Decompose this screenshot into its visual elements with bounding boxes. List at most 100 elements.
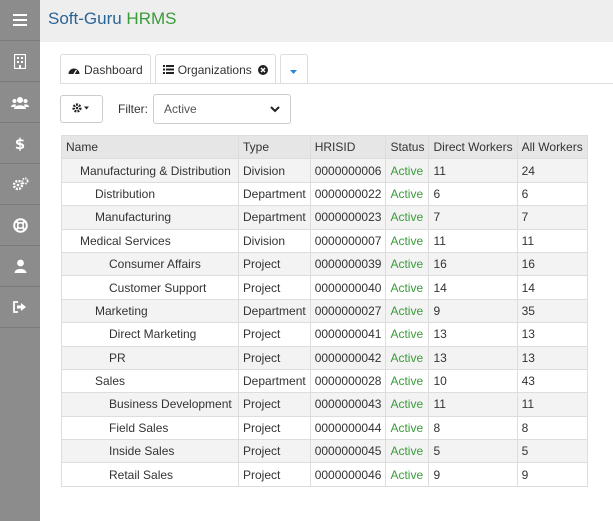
cell-name: Business Development bbox=[61, 392, 239, 417]
cell-type: Project bbox=[238, 439, 311, 464]
table-row[interactable]: Business Development Project 0000000043 Act… bbox=[61, 392, 588, 417]
cell-hrisid: 0000000006 bbox=[309, 158, 387, 183]
sidebar-item-profile[interactable] bbox=[0, 246, 40, 287]
cell-name: Manufacturing bbox=[61, 205, 239, 230]
cell-hrisid: 0000000028 bbox=[309, 368, 387, 394]
table-row[interactable]: Marketing Department 0000000027 Active 9 35 bbox=[61, 298, 588, 324]
cell-status: Active bbox=[385, 322, 430, 347]
cell-type: Department bbox=[238, 181, 311, 207]
tab-organizations-label: Organizations bbox=[177, 62, 252, 77]
cell-name: Retail Sales bbox=[61, 462, 239, 487]
cell-type: Project bbox=[238, 415, 311, 441]
column-header-direct-workers[interactable]: Direct Workers bbox=[428, 134, 518, 160]
sidebar-item-support[interactable] bbox=[0, 205, 40, 246]
toolbar: Filter: Active bbox=[60, 94, 291, 124]
cell-direct-workers: 10 bbox=[428, 368, 518, 394]
cell-hrisid: 0000000041 bbox=[309, 322, 387, 347]
menu-icon bbox=[13, 14, 27, 26]
cell-direct-workers: 8 bbox=[428, 415, 518, 441]
cell-direct-workers: 6 bbox=[428, 181, 518, 207]
table-row[interactable]: Field Sales Project 0000000044 Active 8 8 bbox=[61, 415, 588, 441]
svg-text:$: $ bbox=[15, 135, 25, 151]
cell-type: Department bbox=[238, 298, 311, 324]
chevron-down-icon bbox=[270, 102, 280, 116]
list-icon bbox=[162, 65, 174, 74]
sidebar-item-employees[interactable] bbox=[0, 82, 40, 123]
cell-direct-workers: 7 bbox=[428, 205, 518, 230]
dashboard-icon bbox=[68, 65, 80, 75]
cell-all-workers: 11 bbox=[516, 392, 588, 417]
gears-icon bbox=[12, 177, 29, 191]
actions-menu-button[interactable] bbox=[60, 95, 103, 123]
table-row[interactable]: Sales Department 0000000028 Active 10 43 bbox=[61, 368, 588, 394]
cell-status: Active bbox=[385, 462, 430, 487]
building-icon bbox=[14, 53, 26, 69]
cell-all-workers: 13 bbox=[516, 322, 588, 347]
column-header-all-workers[interactable]: All Workers bbox=[516, 134, 588, 160]
filter-label: Filter: bbox=[118, 102, 148, 116]
cell-type: Project bbox=[238, 322, 311, 347]
table-row[interactable]: Customer Support Project 0000000040 Active 1… bbox=[61, 275, 588, 300]
column-header-type[interactable]: Type bbox=[238, 134, 311, 160]
cell-name: Medical Services bbox=[61, 228, 239, 253]
cell-name: Inside Sales bbox=[61, 439, 239, 464]
app-header: Soft-Guru HRMS bbox=[40, 0, 613, 42]
cell-direct-workers: 13 bbox=[428, 322, 518, 347]
cell-hrisid: 0000000040 bbox=[309, 275, 387, 300]
sidebar-item-settings[interactable] bbox=[0, 164, 40, 205]
cell-direct-workers: 11 bbox=[428, 158, 518, 183]
cell-hrisid: 0000000045 bbox=[309, 439, 387, 464]
table-row[interactable]: Retail Sales Project 0000000046 Active 9 9 bbox=[61, 462, 588, 487]
table-row[interactable]: Distribution Department 0000000022 Active 6 6 bbox=[61, 181, 588, 207]
cell-type: Division bbox=[238, 158, 311, 183]
column-header-status[interactable]: Status bbox=[385, 134, 430, 160]
cell-all-workers: 5 bbox=[516, 439, 588, 464]
menu-toggle-button[interactable] bbox=[0, 0, 40, 41]
sidebar: $ bbox=[0, 0, 40, 521]
table-row[interactable]: Manufacturing & Distribution Division 0000… bbox=[61, 158, 588, 183]
tab-organizations[interactable]: Organizations bbox=[154, 54, 276, 84]
cell-all-workers: 16 bbox=[516, 251, 588, 277]
tab-list-dropdown[interactable] bbox=[279, 54, 308, 84]
cell-direct-workers: 13 bbox=[428, 345, 518, 370]
cell-hrisid: 0000000046 bbox=[309, 462, 387, 487]
brand-logo[interactable]: Soft-Guru HRMS bbox=[48, 9, 176, 29]
cell-name: Customer Support bbox=[61, 275, 239, 300]
table-row[interactable]: Medical Services Division 0000000007 Active… bbox=[61, 228, 588, 253]
table-row[interactable]: Direct Marketing Project 0000000041 Active 1… bbox=[61, 322, 588, 347]
table-row[interactable]: PR Project 0000000042 Active 13 13 bbox=[61, 345, 588, 370]
cell-status: Active bbox=[385, 392, 430, 417]
cell-hrisid: 0000000044 bbox=[309, 415, 387, 441]
caret-down-icon bbox=[290, 63, 298, 77]
tab-dashboard[interactable]: Dashboard bbox=[60, 54, 151, 84]
table-row[interactable]: Manufacturing Department 0000000023 Active 7… bbox=[61, 205, 588, 230]
table-row[interactable]: Inside Sales Project 0000000045 Active 5 5 bbox=[61, 439, 588, 464]
cell-all-workers: 14 bbox=[516, 275, 588, 300]
brand-product: HRMS bbox=[126, 9, 177, 28]
filter-select[interactable]: Active bbox=[153, 94, 291, 124]
gear-icon bbox=[71, 100, 92, 118]
column-header-name[interactable]: Name bbox=[61, 134, 239, 160]
cell-hrisid: 0000000007 bbox=[309, 228, 387, 253]
cell-all-workers: 6 bbox=[516, 181, 588, 207]
sidebar-item-organizations[interactable] bbox=[0, 41, 40, 82]
sidebar-item-payroll[interactable]: $ bbox=[0, 123, 40, 164]
sidebar-item-logout[interactable] bbox=[0, 287, 40, 328]
cell-status: Active bbox=[385, 298, 430, 324]
cell-all-workers: 24 bbox=[516, 158, 588, 183]
close-tab-icon[interactable] bbox=[257, 64, 268, 75]
cell-name: Sales bbox=[61, 368, 239, 394]
cell-direct-workers: 9 bbox=[428, 462, 518, 487]
cell-status: Active bbox=[385, 181, 430, 207]
table-row[interactable]: Consumer Affairs Project 0000000039 Active 1… bbox=[61, 251, 588, 277]
organizations-table: Name Type HRISID Status Direct Workers A… bbox=[61, 134, 588, 487]
cell-type: Division bbox=[238, 228, 311, 253]
cell-all-workers: 35 bbox=[516, 298, 588, 324]
cell-status: Active bbox=[385, 345, 430, 370]
users-icon bbox=[11, 96, 29, 109]
dollar-icon: $ bbox=[15, 135, 25, 151]
column-header-hrisid[interactable]: HRISID bbox=[309, 134, 387, 160]
tab-bar: Dashboard Organizations bbox=[60, 54, 312, 84]
cell-direct-workers: 11 bbox=[428, 392, 518, 417]
cell-type: Project bbox=[238, 345, 311, 370]
